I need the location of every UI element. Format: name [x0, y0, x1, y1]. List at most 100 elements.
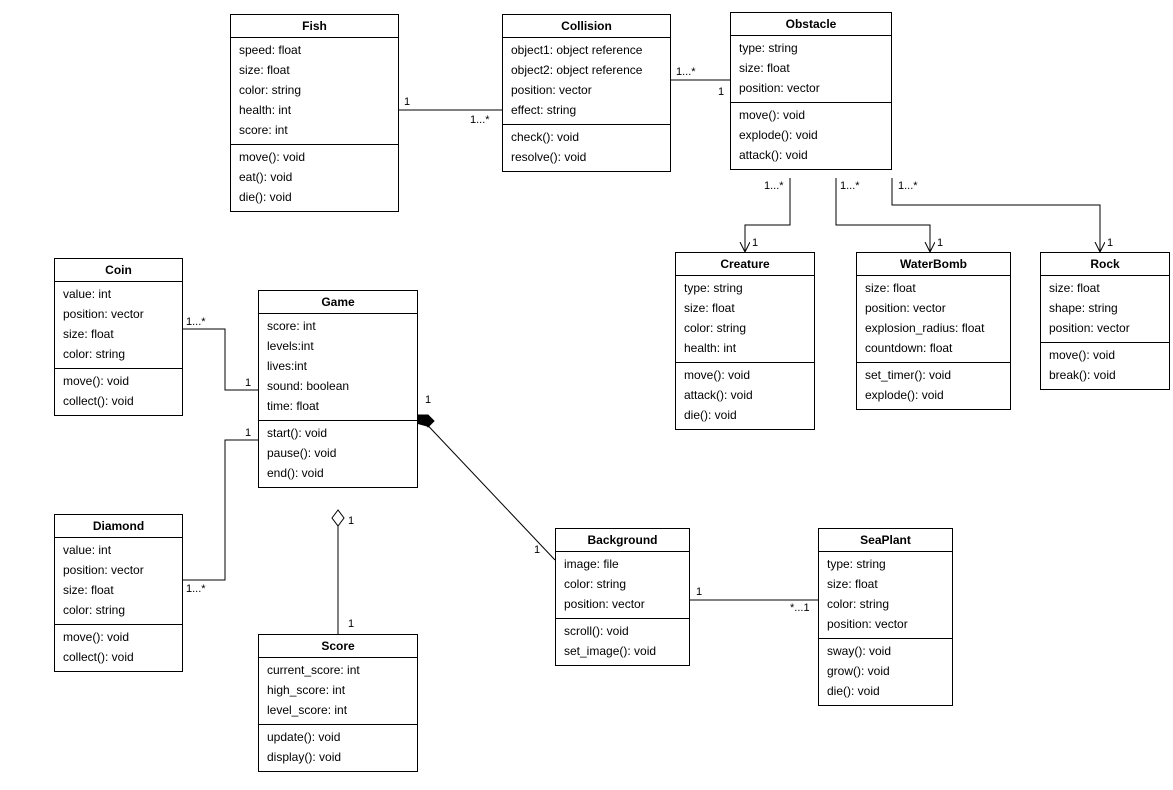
mult-obst-rock-1: 1: [1107, 237, 1113, 249]
ops-seaplant: sway(): voidgrow(): voiddie(): void: [819, 639, 952, 705]
attrs-fish: speed: floatsize: floatcolor: stringheal…: [231, 38, 398, 145]
class-member: die(): void: [827, 681, 944, 701]
class-member: size: float: [827, 574, 944, 594]
class-member: check(): void: [511, 127, 662, 147]
class-member: die(): void: [239, 187, 390, 207]
class-member: color: string: [63, 600, 174, 620]
mult-fish-many: 1...*: [470, 114, 490, 126]
class-member: explosion_radius: float: [865, 318, 1002, 338]
class-obstacle: Obstacle type: stringsize: floatposition…: [730, 12, 892, 170]
class-member: explode(): void: [739, 125, 883, 145]
class-member: effect: string: [511, 100, 662, 120]
class-title-waterbomb: WaterBomb: [857, 253, 1010, 276]
class-member: type: string: [684, 278, 806, 298]
attrs-rock: size: floatshape: stringposition: vector: [1041, 276, 1169, 343]
attrs-waterbomb: size: floatposition: vectorexplosion_rad…: [857, 276, 1010, 363]
mult-coll-obst-many: 1...*: [676, 66, 696, 78]
attrs-game: score: intlevels:intlives:intsound: bool…: [259, 314, 417, 421]
class-title-score: Score: [259, 635, 417, 658]
attrs-coin: value: intposition: vectorsize: floatcol…: [55, 282, 182, 369]
ops-background: scroll(): voidset_image(): void: [556, 619, 689, 665]
class-member: explode(): void: [865, 385, 1002, 405]
attrs-score: current_score: inthigh_score: intlevel_s…: [259, 658, 417, 725]
mult-coin-1: 1: [245, 377, 251, 389]
class-member: break(): void: [1049, 365, 1161, 385]
class-member: size: float: [239, 60, 390, 80]
class-member: pause(): void: [267, 443, 409, 463]
mult-game-bg-b: 1: [534, 544, 540, 556]
class-member: value: int: [63, 540, 174, 560]
class-member: current_score: int: [267, 660, 409, 680]
class-title-rock: Rock: [1041, 253, 1169, 276]
ops-waterbomb: set_timer(): voidexplode(): void: [857, 363, 1010, 409]
class-title-diamond: Diamond: [55, 515, 182, 538]
class-diamond: Diamond value: intposition: vectorsize: …: [54, 514, 183, 672]
ops-creature: move(): voidattack(): voiddie(): void: [676, 363, 814, 429]
ops-game: start(): voidpause(): voidend(): void: [259, 421, 417, 487]
class-member: position: vector: [564, 594, 681, 614]
mult-coll-obst-1: 1: [718, 86, 724, 98]
class-title-background: Background: [556, 529, 689, 552]
mult-obst-creature-many: 1...*: [764, 180, 784, 192]
mult-game-bg-a: 1: [425, 394, 431, 406]
mult-fish-1: 1: [404, 96, 410, 108]
class-member: size: float: [739, 58, 883, 78]
class-rock: Rock size: floatshape: stringposition: v…: [1040, 252, 1170, 390]
class-member: scroll(): void: [564, 621, 681, 641]
attrs-creature: type: stringsize: floatcolor: stringheal…: [676, 276, 814, 363]
class-member: grow(): void: [827, 661, 944, 681]
class-member: object2: object reference: [511, 60, 662, 80]
class-member: position: vector: [739, 78, 883, 98]
class-seaplant: SeaPlant type: stringsize: floatcolor: s…: [818, 528, 953, 706]
class-member: display(): void: [267, 747, 409, 767]
attrs-obstacle: type: stringsize: floatposition: vector: [731, 36, 891, 103]
class-member: position: vector: [63, 304, 174, 324]
class-game: Game score: intlevels:intlives:intsound:…: [258, 290, 418, 488]
class-member: set_timer(): void: [865, 365, 1002, 385]
mult-obst-wb-1: 1: [937, 237, 943, 249]
class-member: collect(): void: [63, 391, 174, 411]
class-member: size: float: [865, 278, 1002, 298]
class-member: attack(): void: [684, 385, 806, 405]
class-member: score: int: [267, 316, 409, 336]
class-member: size: float: [63, 580, 174, 600]
class-title-coin: Coin: [55, 259, 182, 282]
class-member: color: string: [239, 80, 390, 100]
class-member: health: int: [239, 100, 390, 120]
class-title-collision: Collision: [503, 15, 670, 38]
class-member: shape: string: [1049, 298, 1161, 318]
attrs-collision: object1: object referenceobject2: object…: [503, 38, 670, 125]
class-member: size: float: [1049, 278, 1161, 298]
mult-diamond-1: 1: [245, 427, 251, 439]
class-member: type: string: [739, 38, 883, 58]
class-member: sway(): void: [827, 641, 944, 661]
class-member: move(): void: [684, 365, 806, 385]
class-member: color: string: [684, 318, 806, 338]
class-title-creature: Creature: [676, 253, 814, 276]
class-member: image: file: [564, 554, 681, 574]
mult-bg-sea-many: *...1: [790, 602, 810, 614]
class-member: move(): void: [239, 147, 390, 167]
attrs-seaplant: type: stringsize: floatcolor: stringposi…: [819, 552, 952, 639]
mult-game-score-top: 1: [348, 515, 354, 527]
class-fish: Fish speed: floatsize: floatcolor: strin…: [230, 14, 399, 212]
class-collision: Collision object1: object referenceobjec…: [502, 14, 671, 172]
class-member: countdown: float: [865, 338, 1002, 358]
class-member: high_score: int: [267, 680, 409, 700]
class-member: move(): void: [63, 627, 174, 647]
class-score: Score current_score: inthigh_score: intl…: [258, 634, 418, 772]
class-member: color: string: [63, 344, 174, 364]
class-member: move(): void: [739, 105, 883, 125]
class-member: score: int: [239, 120, 390, 140]
class-member: object1: object reference: [511, 40, 662, 60]
ops-rock: move(): voidbreak(): void: [1041, 343, 1169, 389]
ops-coin: move(): voidcollect(): void: [55, 369, 182, 415]
class-member: position: vector: [865, 298, 1002, 318]
ops-fish: move(): voideat(): voiddie(): void: [231, 145, 398, 211]
class-member: type: string: [827, 554, 944, 574]
class-member: set_image(): void: [564, 641, 681, 661]
class-member: position: vector: [827, 614, 944, 634]
class-member: attack(): void: [739, 145, 883, 165]
class-member: position: vector: [63, 560, 174, 580]
class-title-obstacle: Obstacle: [731, 13, 891, 36]
